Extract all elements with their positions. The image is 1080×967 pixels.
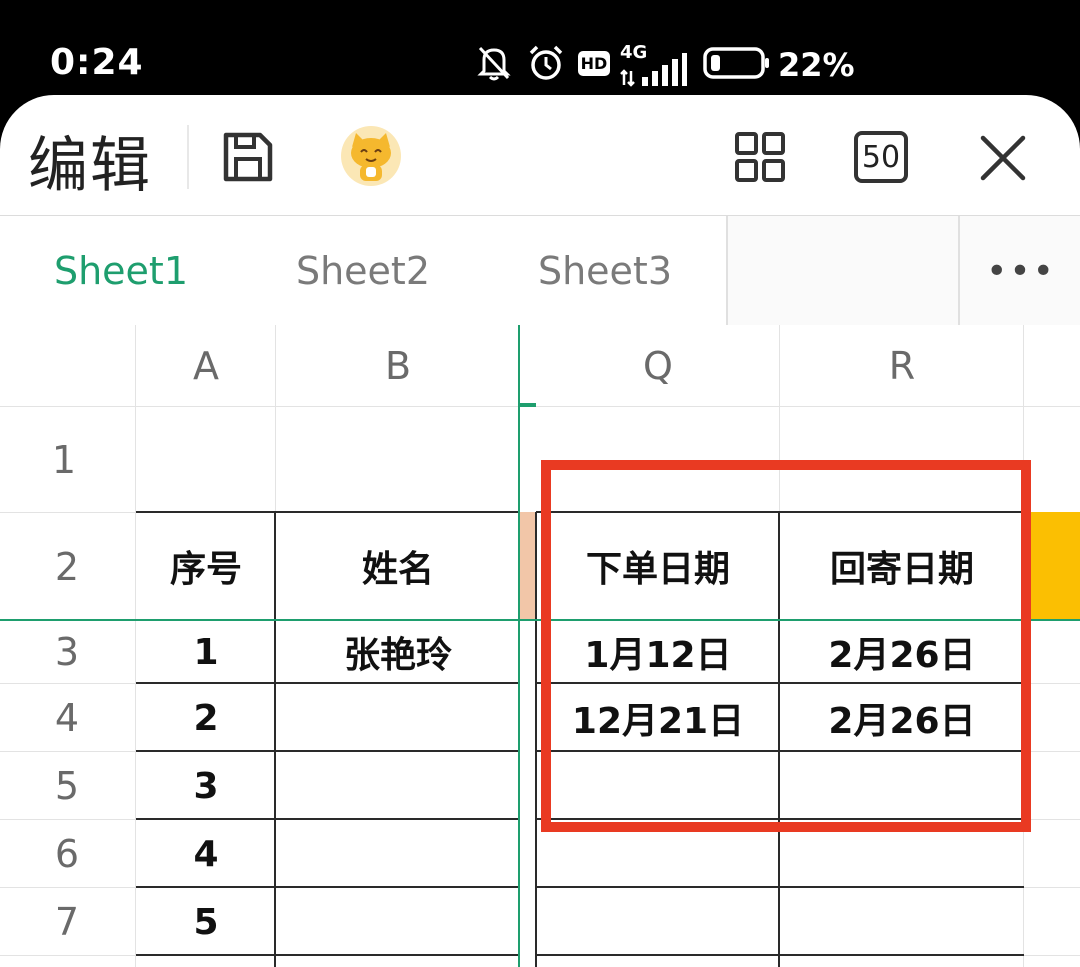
grid-line [1024, 683, 1080, 684]
tab-sheet3[interactable]: Sheet3 [484, 216, 728, 326]
row-header-1[interactable]: 1 [0, 407, 128, 513]
toolbar: 编辑 50 [0, 95, 1080, 215]
table-cell[interactable]: 1 [136, 621, 276, 683]
column-header-a[interactable]: A [136, 325, 276, 407]
hd-icon: HD [577, 40, 611, 86]
alarm-icon [526, 40, 566, 86]
table-cell[interactable] [276, 888, 520, 956]
status-time: 0:24 [50, 42, 144, 83]
status-bar: 0:24 HD 4G 22% [0, 0, 1080, 95]
battery-percent: 22% [778, 46, 855, 84]
toolbar-divider [187, 125, 189, 189]
table-cell[interactable] [276, 684, 520, 752]
mascot-cat-icon[interactable] [340, 125, 402, 187]
grid-line [1024, 819, 1080, 820]
freeze-handle[interactable] [518, 403, 536, 407]
highlighted-cell[interactable] [1030, 512, 1080, 620]
table-cell[interactable]: 张艳玲 [276, 621, 520, 683]
grid-line [1024, 887, 1080, 888]
red-highlight-box [541, 460, 1031, 832]
battery-icon [702, 40, 772, 86]
more-icon: ••• [986, 250, 1056, 292]
close-icon[interactable] [978, 133, 1028, 183]
spreadsheet-grid[interactable]: A B Q R 1 2 3 4 5 6 7 序号 姓名 下单日期 回寄日期 1 … [0, 325, 1080, 967]
tab-sheet2[interactable]: Sheet2 [242, 216, 486, 326]
hidden-column-marker [520, 512, 536, 620]
column-header-q[interactable]: Q [536, 325, 780, 407]
tab-sheet1[interactable]: Sheet1 [0, 216, 244, 326]
table-cell[interactable]: 3 [136, 752, 276, 820]
row-header-2[interactable]: 2 [0, 513, 134, 621]
mute-icon [474, 40, 514, 86]
zoom-level-button[interactable]: 50 [854, 131, 908, 183]
table-cell[interactable]: 2 [136, 684, 276, 752]
header-cell-index[interactable]: 序号 [136, 513, 276, 619]
table-cell[interactable] [276, 752, 520, 820]
grid-line [1024, 751, 1080, 752]
table-cell[interactable] [536, 888, 780, 956]
row-header-3[interactable]: 3 [0, 621, 134, 683]
sheet-tab-bar: Sheet1 Sheet2 Sheet3 ••• [0, 215, 1080, 327]
row-header-4[interactable]: 4 [0, 684, 134, 752]
row-header-5[interactable]: 5 [0, 752, 134, 820]
more-tabs-button[interactable]: ••• [958, 216, 1080, 326]
signal-icon [620, 46, 688, 92]
grid-line [1024, 955, 1080, 956]
row-header-7[interactable]: 7 [0, 888, 134, 956]
table-cell[interactable] [780, 888, 1024, 956]
grid-view-icon[interactable] [734, 131, 786, 183]
app-window: 编辑 50 Sheet1 Sheet2 Sheet3 ••• A B Q R 1… [0, 95, 1080, 967]
column-header-r[interactable]: R [780, 325, 1024, 407]
save-icon[interactable] [220, 129, 276, 185]
header-cell-name[interactable]: 姓名 [276, 513, 520, 619]
table-cell[interactable]: 5 [136, 888, 276, 956]
table-cell[interactable]: 4 [136, 820, 276, 888]
zoom-level-text: 50 [861, 139, 901, 175]
edit-title[interactable]: 编辑 [28, 117, 152, 204]
row-header-6[interactable]: 6 [0, 820, 134, 888]
table-cell[interactable] [276, 820, 520, 888]
column-header-b[interactable]: B [276, 325, 520, 407]
